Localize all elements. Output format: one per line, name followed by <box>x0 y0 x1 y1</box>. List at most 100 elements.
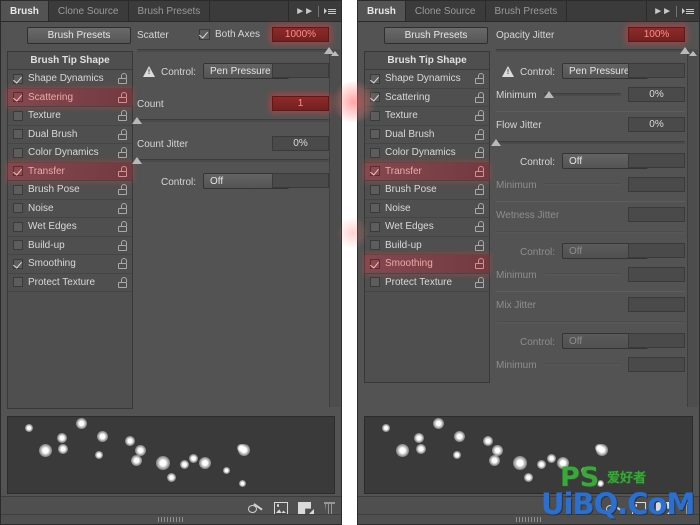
setting-checkbox[interactable] <box>370 277 380 288</box>
setting-row-brush-pose[interactable]: Brush Pose <box>365 181 489 200</box>
lock-icon[interactable] <box>118 128 127 140</box>
brush-presets-button[interactable]: Brush Presets <box>27 27 131 44</box>
setting-checkbox[interactable] <box>370 240 380 251</box>
opacity-minimum-slider-knob[interactable] <box>543 91 554 98</box>
flow-jitter-value[interactable]: 0% <box>628 117 685 132</box>
setting-row-texture[interactable]: Texture <box>365 107 489 126</box>
setting-row-smoothing[interactable]: Smoothing <box>365 255 489 274</box>
setting-checkbox[interactable] <box>370 110 380 121</box>
tab-clone-source-right[interactable]: Clone Source <box>405 1 486 21</box>
opacity-minimum-slider[interactable] <box>543 89 621 101</box>
flow-jitter-slider-knob[interactable] <box>491 139 501 146</box>
brush-presets-button-right[interactable]: Brush Presets <box>384 27 488 44</box>
lock-icon[interactable] <box>475 128 484 140</box>
setting-checkbox[interactable] <box>370 184 380 195</box>
setting-checkbox[interactable] <box>370 147 380 158</box>
scatter-control-extra-value[interactable] <box>272 63 329 78</box>
lock-icon[interactable] <box>475 165 484 177</box>
lock-icon[interactable] <box>475 147 484 159</box>
tab-brush-presets[interactable]: Brush Presets <box>128 1 211 21</box>
setting-row-smoothing[interactable]: Smoothing <box>8 255 132 274</box>
setting-checkbox[interactable] <box>370 203 380 214</box>
double-chevron-right-icon[interactable]: ►► <box>295 6 314 17</box>
tab-brush-presets-right[interactable]: Brush Presets <box>485 1 568 21</box>
lock-icon[interactable] <box>475 110 484 122</box>
lock-icon[interactable] <box>118 202 127 214</box>
setting-row-build-up[interactable]: Build-up <box>365 237 489 255</box>
panel-menu-icon[interactable] <box>324 8 336 14</box>
lock-icon[interactable] <box>475 91 484 103</box>
lock-icon[interactable] <box>475 276 484 288</box>
setting-row-wet-edges[interactable]: Wet Edges <box>365 218 489 237</box>
opacity-jitter-slider-knob[interactable] <box>680 47 690 54</box>
brush-tip-shape-header[interactable]: Brush Tip Shape <box>8 52 132 70</box>
scatter-value[interactable]: 1000% <box>272 27 329 42</box>
lock-icon[interactable] <box>118 184 127 196</box>
setting-row-scattering[interactable]: Scattering <box>365 89 489 107</box>
lock-icon[interactable] <box>118 73 127 85</box>
lock-icon[interactable] <box>475 73 484 85</box>
setting-checkbox[interactable] <box>13 184 23 195</box>
setting-row-color-dynamics[interactable]: Color Dynamics <box>8 144 132 163</box>
tab-clone-source[interactable]: Clone Source <box>48 1 129 21</box>
lock-icon[interactable] <box>118 239 127 251</box>
setting-checkbox[interactable] <box>370 92 380 103</box>
count-value[interactable]: 1 <box>272 96 329 111</box>
setting-checkbox[interactable] <box>370 221 380 232</box>
settings-scrollbar[interactable] <box>329 49 340 407</box>
brush-tip-shape-header-right[interactable]: Brush Tip Shape <box>365 52 489 70</box>
setting-row-scattering[interactable]: Scattering <box>8 88 132 107</box>
setting-checkbox[interactable] <box>13 221 23 232</box>
lock-icon[interactable] <box>118 165 127 177</box>
setting-row-transfer[interactable]: Transfer <box>365 162 489 181</box>
lock-icon[interactable] <box>118 147 127 159</box>
setting-checkbox[interactable] <box>13 166 23 177</box>
lock-icon[interactable] <box>118 91 127 103</box>
lock-icon[interactable] <box>475 221 484 233</box>
setting-row-wet-edges[interactable]: Wet Edges <box>8 218 132 237</box>
setting-row-shape-dynamics[interactable]: Shape Dynamics <box>8 70 132 89</box>
opacity-jitter-slider[interactable] <box>496 45 690 57</box>
setting-checkbox[interactable] <box>13 277 23 288</box>
resize-grip[interactable] <box>158 517 184 522</box>
flow-jitter-slider[interactable] <box>491 137 685 149</box>
both-axes-checkbox[interactable]: Both Axes <box>199 29 260 40</box>
setting-checkbox[interactable] <box>13 258 23 269</box>
setting-checkbox[interactable] <box>13 129 23 140</box>
lock-icon[interactable] <box>475 184 484 196</box>
opacity-minimum-value[interactable]: 0% <box>628 87 685 102</box>
setting-row-transfer[interactable]: Transfer <box>8 162 132 181</box>
setting-checkbox[interactable] <box>370 258 380 269</box>
count-slider-knob[interactable] <box>132 117 142 124</box>
lock-icon[interactable] <box>118 110 127 122</box>
setting-checkbox[interactable] <box>13 92 23 103</box>
setting-row-texture[interactable]: Texture <box>8 107 132 126</box>
setting-checkbox[interactable] <box>13 240 23 251</box>
opacity-control-extra-value[interactable] <box>628 63 685 78</box>
count-jitter-slider[interactable] <box>132 155 329 167</box>
setting-row-protect-texture[interactable]: Protect Texture <box>8 274 132 292</box>
tab-brush[interactable]: Brush <box>1 1 49 21</box>
setting-row-noise[interactable]: Noise <box>365 200 489 218</box>
opacity-jitter-value[interactable]: 100% <box>628 27 685 42</box>
tab-brush-right[interactable]: Brush <box>358 1 406 21</box>
setting-checkbox[interactable] <box>370 73 380 84</box>
count-jitter-slider-knob[interactable] <box>132 157 142 164</box>
count-control-extra-value[interactable] <box>272 173 329 188</box>
setting-checkbox[interactable] <box>13 203 23 214</box>
panel-menu-icon-right[interactable] <box>682 8 694 14</box>
count-jitter-value[interactable]: 0% <box>272 136 329 151</box>
count-slider[interactable] <box>132 115 329 127</box>
scatter-slider-knob[interactable] <box>324 47 334 54</box>
setting-row-dual-brush[interactable]: Dual Brush <box>8 126 132 144</box>
setting-row-shape-dynamics[interactable]: Shape Dynamics <box>365 70 489 89</box>
setting-checkbox[interactable] <box>370 166 380 177</box>
setting-checkbox[interactable] <box>13 110 23 121</box>
setting-row-build-up[interactable]: Build-up <box>8 237 132 255</box>
lock-icon[interactable] <box>118 276 127 288</box>
setting-row-brush-pose[interactable]: Brush Pose <box>8 181 132 200</box>
lock-icon[interactable] <box>475 239 484 251</box>
lock-icon[interactable] <box>118 258 127 270</box>
setting-checkbox[interactable] <box>13 147 23 158</box>
setting-row-color-dynamics[interactable]: Color Dynamics <box>365 144 489 163</box>
